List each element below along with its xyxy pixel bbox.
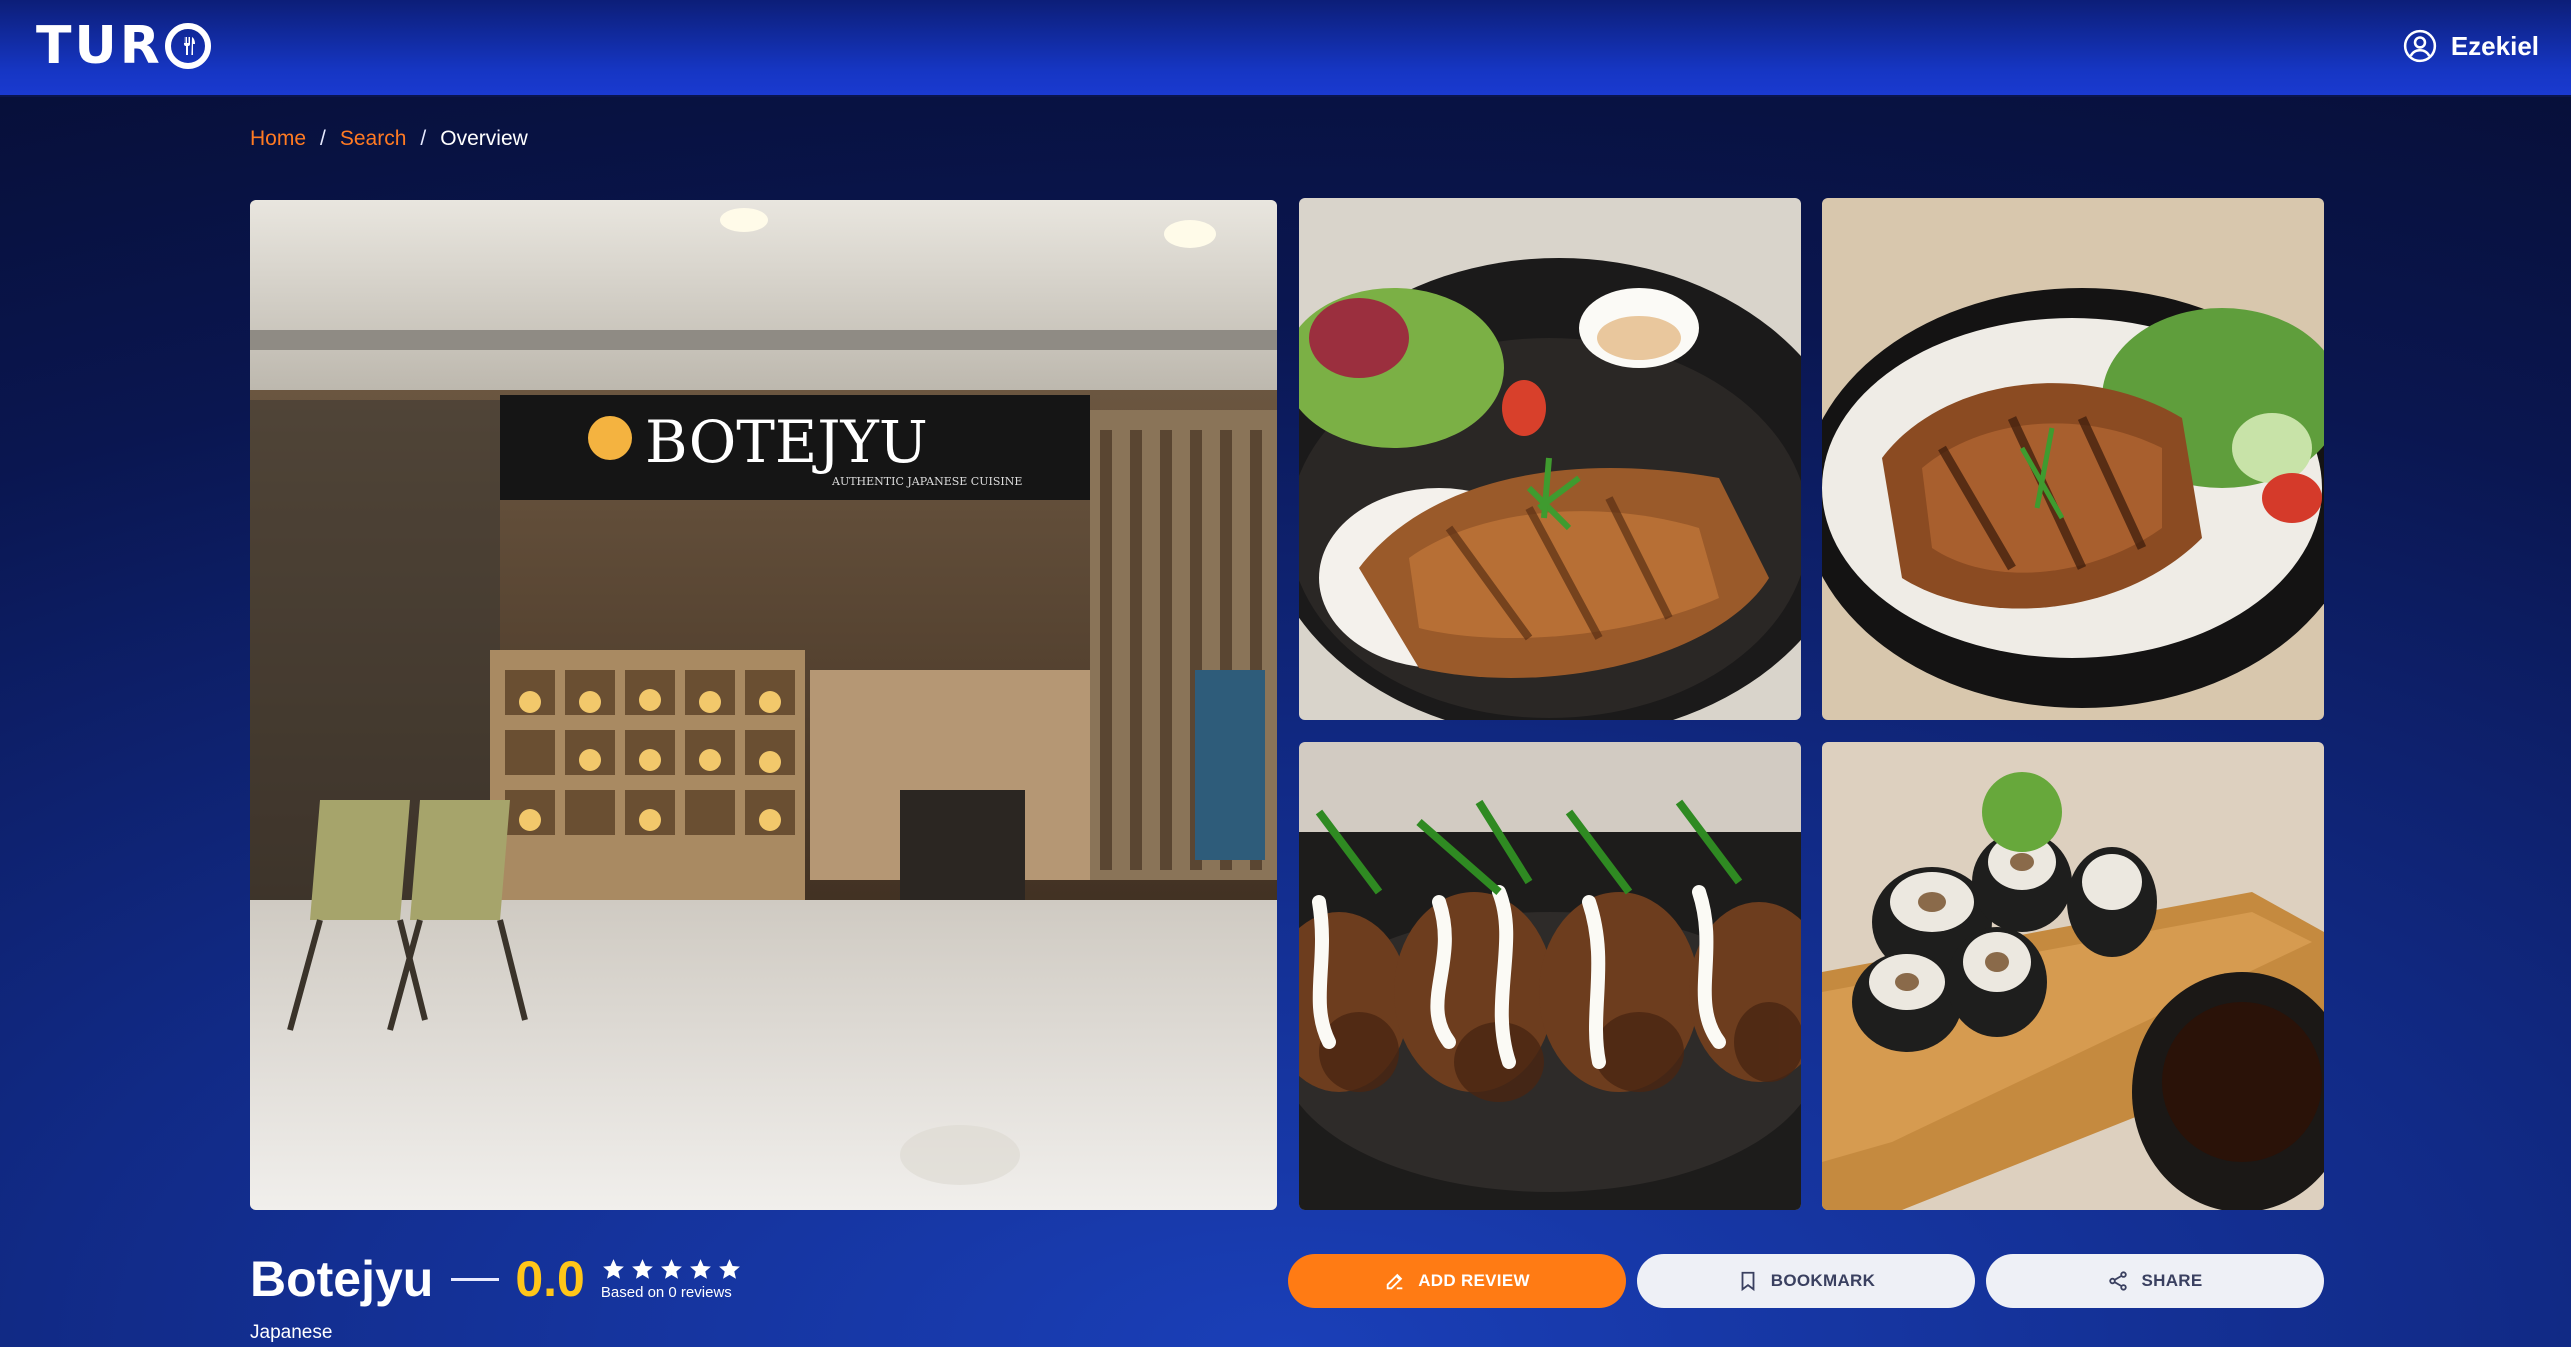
star-icon xyxy=(689,1259,711,1279)
user-circle-icon xyxy=(2403,29,2436,63)
breadcrumb-separator: / xyxy=(320,127,326,150)
food-photo-sushi-rolls[interactable] xyxy=(1822,742,2324,1210)
brand-logo[interactable]: TUR xyxy=(36,16,211,76)
bookmark-button[interactable]: BOOKMARK xyxy=(1637,1254,1975,1308)
food-photo-rice-bowl[interactable] xyxy=(1822,198,2324,720)
bookmark-label: BOOKMARK xyxy=(1770,1271,1876,1290)
star-icon xyxy=(718,1259,740,1279)
star-icon xyxy=(602,1259,624,1279)
add-review-label: ADD REVIEW xyxy=(1418,1271,1530,1290)
breadcrumb-current: Overview xyxy=(440,127,528,150)
bookmark-icon xyxy=(1741,1271,1755,1292)
share-icon xyxy=(2109,1271,2128,1291)
brand-logo-text: TUR xyxy=(36,16,163,76)
breadcrumb: Home / Search / Overview xyxy=(250,124,528,154)
food-photo-takoyaki[interactable] xyxy=(1299,742,1801,1210)
cuisine-label: Japanese xyxy=(250,1322,333,1343)
edit-icon xyxy=(1386,1273,1403,1290)
rating-value: 0.0 xyxy=(515,1251,585,1307)
breadcrumb-separator: / xyxy=(420,127,427,150)
restaurant-storefront-photo[interactable]: BOTEJYU AUTHENTIC JAPANESE CUISINE xyxy=(250,200,1277,1210)
star-rating xyxy=(601,1257,742,1282)
food-photo-pork-rice[interactable] xyxy=(1299,198,1801,720)
star-icon xyxy=(631,1259,653,1279)
user-name: Ezekiel xyxy=(2450,30,2539,61)
storefront-sign-subtext: AUTHENTIC JAPANESE CUISINE xyxy=(831,475,1022,488)
share-label: SHARE xyxy=(2141,1271,2203,1290)
star-icon xyxy=(660,1259,682,1279)
restaurant-name: Botejyu xyxy=(250,1251,434,1307)
rating-stars-block: Based on 0 reviews xyxy=(601,1257,742,1301)
add-review-button[interactable]: ADD REVIEW xyxy=(1288,1254,1626,1308)
top-navbar: TUR Ezekiel xyxy=(0,0,2571,97)
title-dash-divider xyxy=(451,1277,500,1281)
user-menu[interactable]: Ezekiel xyxy=(2403,26,2539,66)
breadcrumb-search[interactable]: Search xyxy=(340,127,407,151)
fork-knife-icon xyxy=(164,23,211,69)
restaurant-title-row: Botejyu 0.0 Based on 0 reviews xyxy=(250,1248,742,1310)
review-count: Based on 0 reviews xyxy=(600,1284,732,1301)
share-button[interactable]: SHARE xyxy=(1986,1254,2324,1308)
storefront-sign-text: BOTEJYU xyxy=(645,408,928,476)
breadcrumb-home[interactable]: Home xyxy=(250,127,306,151)
